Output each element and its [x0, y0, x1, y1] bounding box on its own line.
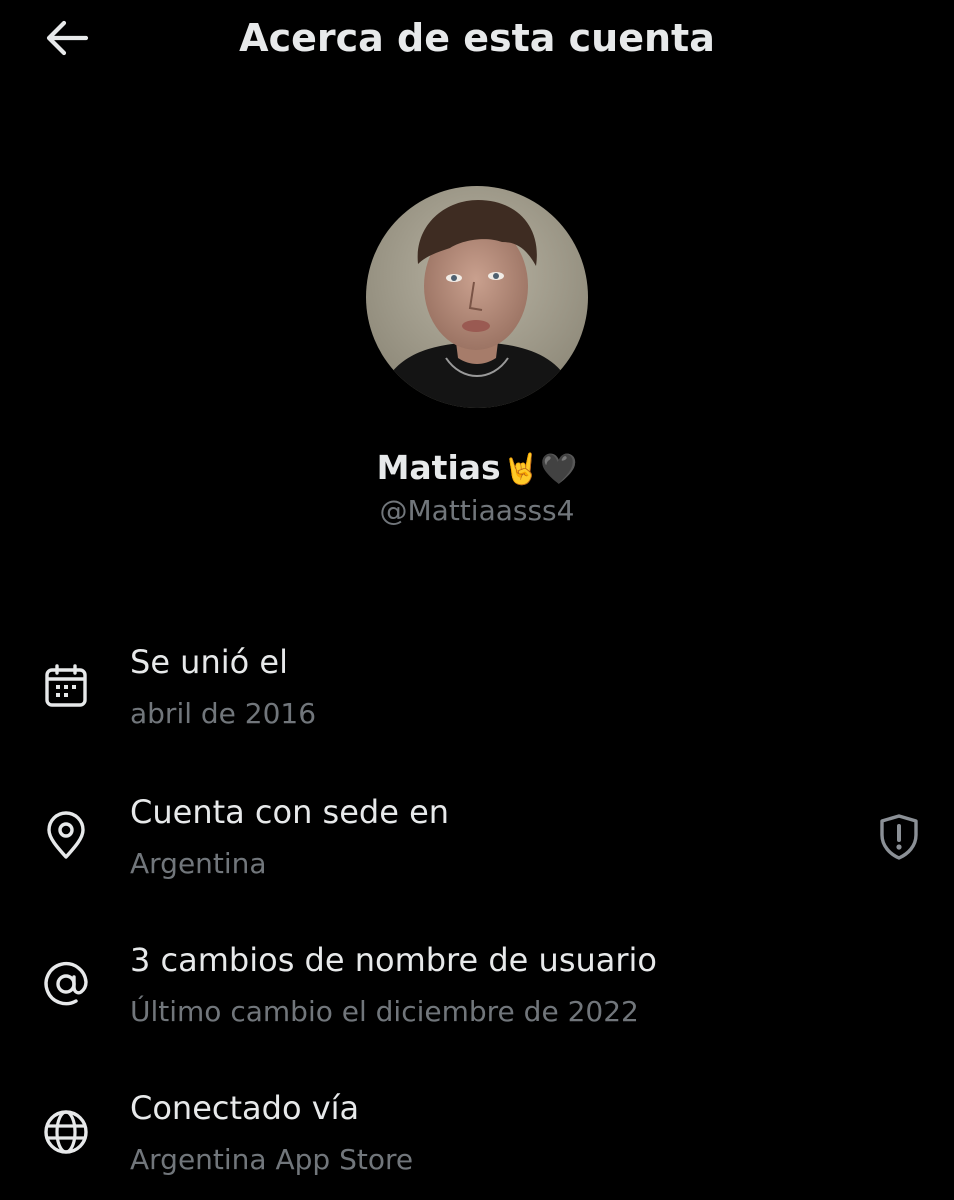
info-row-joined: Se unió el abril de 2016	[0, 640, 954, 750]
info-row-username-changes: 3 cambios de nombre de usuario Último ca…	[0, 938, 954, 1048]
info-row-connected-via: Conectado vía Argentina App Store	[0, 1086, 954, 1196]
row-subtitle-username-changes: Último cambio el diciembre de 2022	[130, 995, 639, 1028]
shield-alert-button[interactable]	[872, 810, 926, 864]
row-title-joined: Se unió el	[130, 643, 288, 681]
row-title-connected-via: Conectado vía	[130, 1089, 360, 1127]
profile-handle: @Mattiaasss4	[379, 494, 575, 527]
location-pin-icon	[40, 810, 92, 862]
profile-avatar[interactable]	[366, 186, 588, 408]
row-subtitle-joined: abril de 2016	[130, 697, 317, 730]
top-bar: Acerca de esta cuenta	[0, 0, 954, 78]
row-title-username-changes: 3 cambios de nombre de usuario	[130, 941, 657, 979]
row-subtitle-location: Argentina	[130, 847, 267, 880]
info-row-location: Cuenta con sede en Argentina	[0, 790, 954, 900]
calendar-icon	[40, 660, 92, 712]
row-title-location: Cuenta con sede en	[130, 793, 450, 831]
page-title: Acerca de esta cuenta	[239, 16, 715, 60]
row-subtitle-connected-via: Argentina App Store	[130, 1143, 414, 1176]
display-name-text: Matias	[376, 448, 501, 487]
profile-display-name: Matias🤘🖤	[0, 446, 954, 492]
at-sign-icon	[40, 958, 92, 1010]
globe-icon	[40, 1106, 92, 1158]
display-name-emojis: 🤘🖤	[502, 452, 578, 487]
shield-alert-icon	[880, 814, 918, 860]
